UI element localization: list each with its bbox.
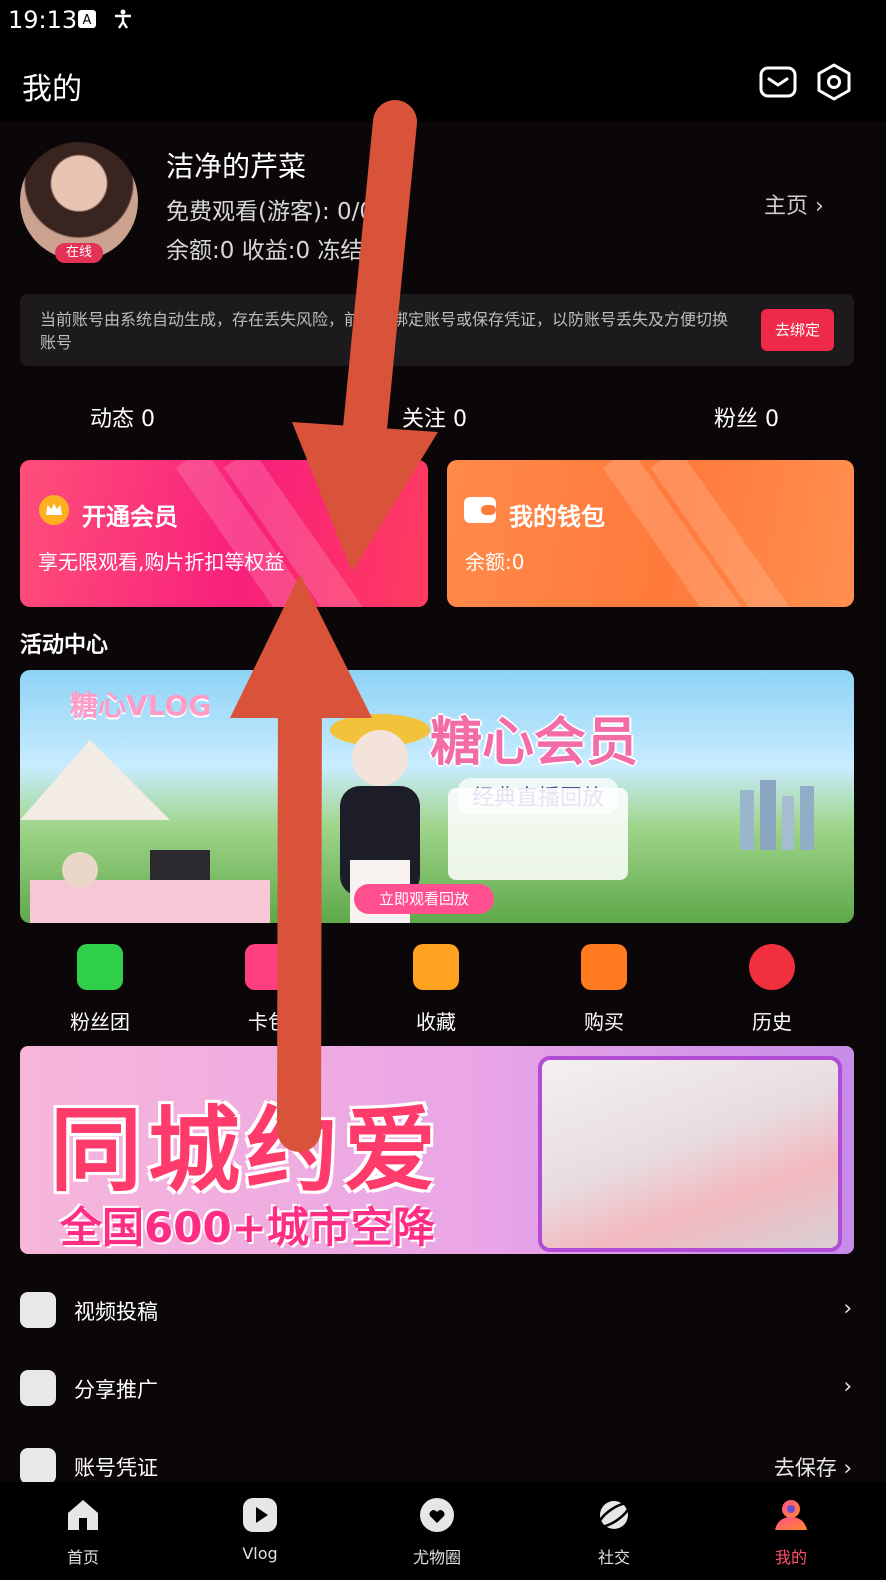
keyboard-a-icon: A: [78, 10, 96, 28]
wallet-balance: 余额:0: [465, 550, 525, 574]
nav-label: 社交: [597, 1548, 630, 1567]
watch-replay-button[interactable]: 立即观看回放: [354, 884, 494, 914]
quick-fan-club[interactable]: 粉丝团: [40, 944, 160, 1035]
nav-vlog[interactable]: Vlog: [200, 1482, 320, 1563]
history-clock-icon: [749, 944, 795, 990]
menu-label: 分享推广: [74, 1378, 158, 1402]
home-icon: [68, 1500, 98, 1530]
status-time: 19:13: [8, 6, 78, 34]
shopping-bag-icon: [581, 944, 627, 990]
ad-title: 同城约爱: [50, 1097, 443, 1204]
homepage-link[interactable]: 主页 ›: [764, 188, 824, 220]
status-bar: 19:13 A: [0, 0, 886, 42]
fan-club-icon: [77, 944, 123, 990]
quick-label: 购买: [584, 1010, 624, 1034]
quick-card-wallet[interactable]: 卡包: [208, 944, 328, 1035]
ad-banner[interactable]: 同城约爱 全国600+城市空降: [20, 1046, 854, 1254]
nav-social[interactable]: 社交: [554, 1482, 674, 1568]
notice-text: 当前账号由系统自动生成，存在丢失风险，前请先绑定账号或保存凭证，以防账号丢失及方…: [40, 310, 729, 352]
banner-picnic-scene: [20, 740, 270, 923]
vip-subtitle: 享无限观看,购片折扣等权益: [38, 550, 285, 574]
nav-circle[interactable]: 尤物圈: [377, 1482, 497, 1568]
nav-label: 尤物圈: [412, 1548, 461, 1567]
top-header: 我的: [0, 42, 886, 122]
card-wallet-icon: [245, 944, 291, 990]
settings-icon[interactable]: [814, 62, 854, 102]
menu-video-upload[interactable]: 视频投稿 ›: [20, 1282, 866, 1342]
vip-card[interactable]: 开通会员 享无限观看,购片折扣等权益: [20, 460, 428, 607]
profile-icon: [775, 1500, 807, 1530]
stat-followers[interactable]: 粉丝 0: [714, 401, 779, 433]
planet-icon: [597, 1501, 631, 1529]
quick-label: 收藏: [416, 1010, 456, 1034]
bottom-nav: 首页 Vlog 尤物圈 社交 我的: [0, 1482, 886, 1580]
quick-label: 卡包: [248, 1010, 288, 1034]
stat-following[interactable]: 关注 0: [402, 401, 467, 433]
username: 洁净的芹菜: [166, 150, 307, 183]
page-title: 我的: [22, 72, 82, 107]
upload-icon: [20, 1292, 56, 1328]
nav-home[interactable]: 首页: [23, 1482, 143, 1568]
banner-logo: 糖心VLOG: [70, 689, 212, 722]
save-credential-link[interactable]: 去保存 ›: [774, 1452, 852, 1482]
online-badge: 在线: [55, 243, 103, 263]
vip-title: 开通会员: [82, 503, 178, 531]
accessibility-icon: [115, 9, 131, 29]
play-icon: [243, 1498, 277, 1532]
quick-history[interactable]: 历史: [712, 944, 832, 1035]
bind-account-button[interactable]: 去绑定: [761, 309, 834, 351]
account-notice: 当前账号由系统自动生成，存在丢失风险，前请先绑定账号或保存凭证，以防账号丢失及方…: [20, 294, 854, 366]
nav-label: 我的: [774, 1548, 807, 1567]
banner-city-skyline: [740, 780, 814, 850]
menu-label: 账号凭证: [74, 1456, 158, 1480]
balance-summary: 余额:0 收益:0 冻结:: [166, 238, 372, 264]
crown-icon: [39, 495, 69, 525]
nav-label: Vlog: [242, 1544, 278, 1563]
nav-me[interactable]: 我的: [731, 1482, 851, 1568]
stat-posts[interactable]: 动态 0: [90, 401, 155, 433]
activity-banner[interactable]: 糖心VLOG 糖心会员 经典直播回放 立即观看回放: [20, 670, 854, 923]
ad-photo: [538, 1056, 842, 1252]
chevron-right-icon: ›: [843, 1374, 852, 1398]
menu-share-promo[interactable]: 分享推广 ›: [20, 1360, 866, 1420]
favorite-icon: [413, 944, 459, 990]
banner-chat-card: [448, 788, 628, 880]
nav-label: 首页: [66, 1548, 99, 1567]
quick-favorites[interactable]: 收藏: [376, 944, 496, 1035]
wallet-card[interactable]: 我的钱包 余额:0: [447, 460, 854, 607]
quick-purchases[interactable]: 购买: [544, 944, 664, 1035]
activity-center-title: 活动中心: [20, 633, 109, 658]
free-watch-count: 免费观看(游客): 0/0: [166, 199, 375, 225]
ad-subtitle: 全国600+城市空降: [60, 1203, 435, 1252]
quick-label: 历史: [752, 1010, 792, 1034]
heart-circle-icon: [420, 1498, 454, 1532]
wallet-title: 我的钱包: [509, 503, 605, 531]
svg-text:A: A: [83, 13, 92, 28]
chevron-right-icon: ›: [843, 1296, 852, 1320]
wallet-icon: [464, 497, 496, 523]
shield-icon: [20, 1448, 56, 1484]
menu-label: 视频投稿: [74, 1300, 158, 1324]
quick-label: 粉丝团: [70, 1010, 130, 1034]
mail-icon[interactable]: [758, 62, 798, 102]
banner-title: 糖心会员: [430, 713, 639, 773]
share-icon: [20, 1370, 56, 1406]
